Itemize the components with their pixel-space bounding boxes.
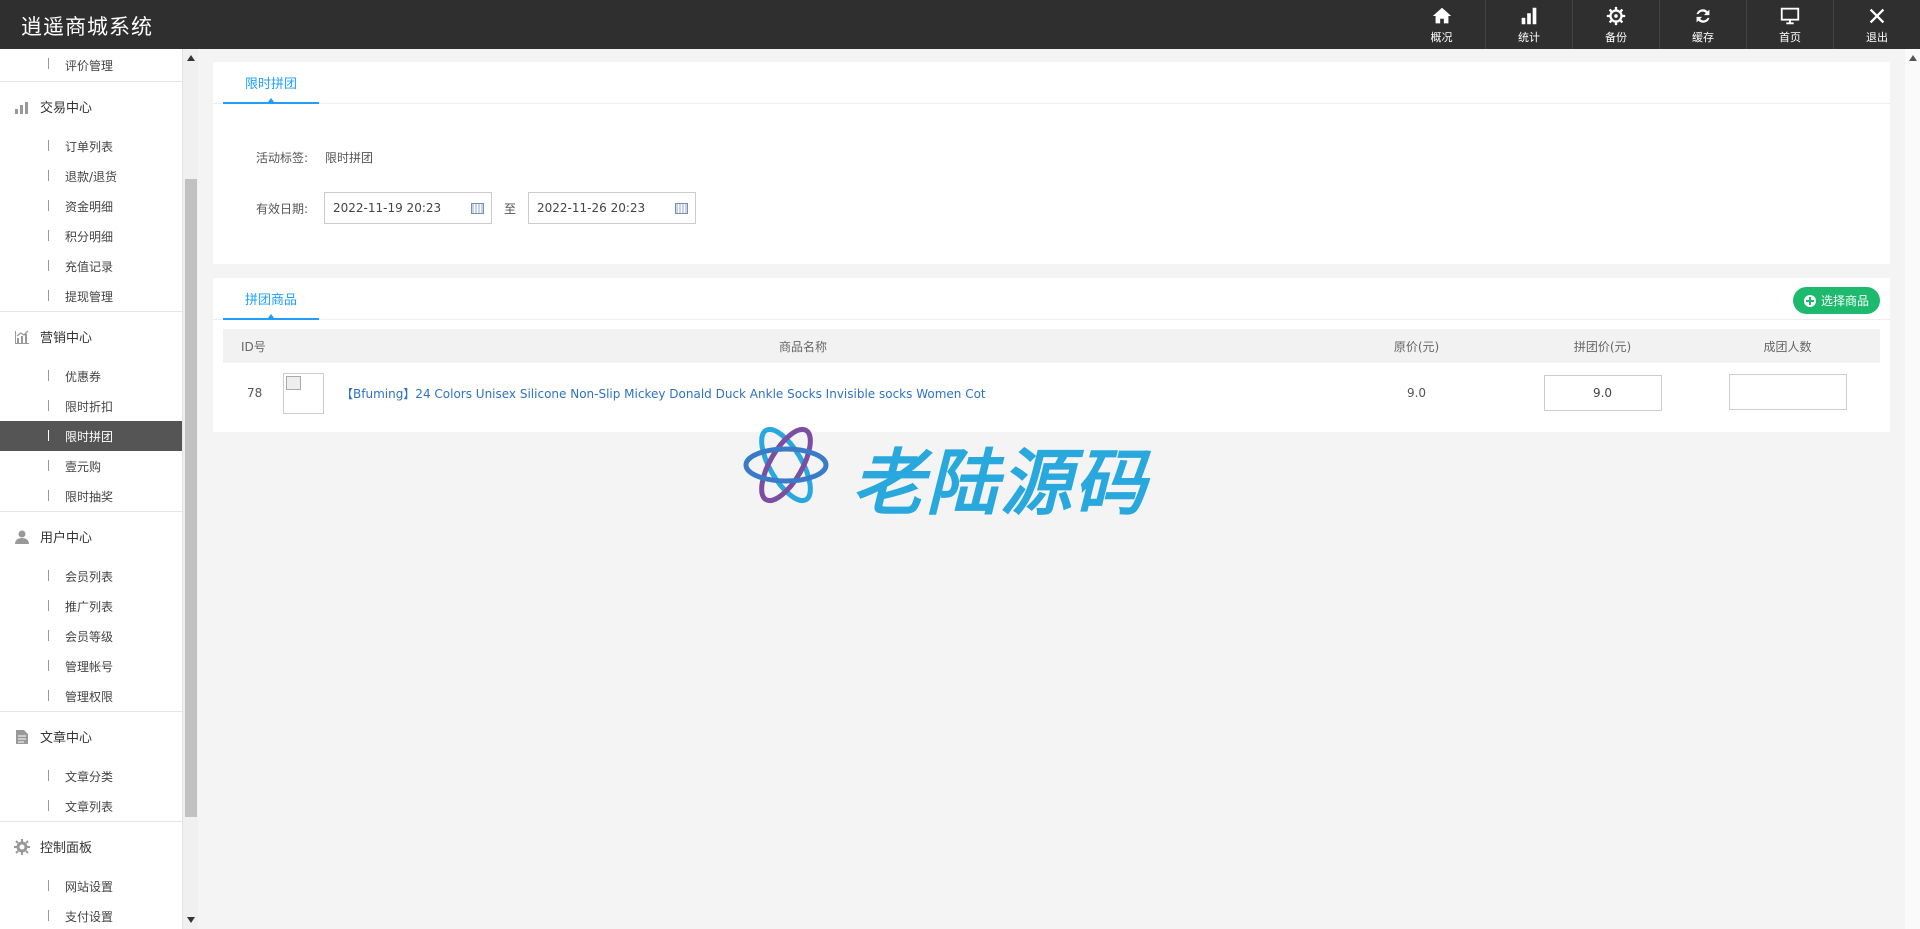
bar-chart-icon [15, 101, 28, 114]
nav-logout-button[interactable]: 退出 [1833, 0, 1920, 49]
goods-tabbar: 拼团商品 选择商品 [213, 278, 1890, 320]
nav-cache-button[interactable]: 缓存 [1659, 0, 1746, 49]
top-header: 逍遥商城系统 概况 统计 备份 缓存 首页 退出 [0, 0, 1920, 49]
nav-backup-button[interactable]: 备份 [1572, 0, 1659, 49]
group-size-input[interactable] [1728, 373, 1847, 410]
trend-chart-icon [15, 330, 29, 344]
sidebar-item-one-yuan[interactable]: 壹元购 [0, 451, 182, 481]
column-header-group-size: 成团人数 [1695, 329, 1880, 363]
sidebar-item-recharge[interactable]: 充值记录 [0, 251, 182, 281]
column-header-name: 商品名称 [283, 329, 1323, 363]
refresh-icon [1696, 8, 1710, 23]
sidebar-item-orders[interactable]: 订单列表 [0, 131, 182, 161]
nav-stats-button[interactable]: 统计 [1485, 0, 1572, 49]
goods-original-price: 9.0 [1406, 386, 1427, 400]
sidebar-item-reviews[interactable]: 评价管理 [0, 49, 182, 81]
sidebar: 评价管理 交易中心 订单列表 退款/退货 资金明细 积分明细 充值记录 提现管理… [0, 49, 182, 929]
date-separator: 至 [504, 201, 517, 216]
sidebar-item-funds[interactable]: 资金明细 [0, 191, 182, 221]
calendar-icon[interactable] [675, 203, 689, 214]
brand-title: 逍遥商城系统 [21, 15, 153, 39]
goods-panel: 拼团商品 选择商品 ID号 商品名称 原价(元) 拼团价(元) 成团人数 78 … [213, 278, 1890, 432]
sidebar-item-flash-discount[interactable]: 限时折扣 [0, 391, 182, 421]
activity-tag-label: 活动标签: [255, 151, 308, 165]
gear-icon [1606, 6, 1626, 25]
scroll-up-icon[interactable] [187, 55, 195, 61]
page-scrollbar[interactable] [1905, 49, 1920, 929]
sidebar-scrollbar[interactable] [182, 49, 198, 929]
goods-table: ID号 商品名称 原价(元) 拼团价(元) 成团人数 78 【Bfuming】2… [223, 329, 1880, 423]
goods-id: 78 [247, 386, 263, 400]
sidebar-item-admin-accounts[interactable]: 管理帐号 [0, 651, 182, 681]
calendar-icon[interactable] [471, 203, 484, 214]
select-goods-button[interactable]: 选择商品 [1793, 287, 1880, 314]
sidebar-item-member-levels[interactable]: 会员等级 [0, 621, 182, 651]
sidebar-group-trade[interactable]: 交易中心 [0, 81, 182, 131]
activity-date-row: 有效日期: 2022-11-19 20:23 至 2022-11-26 20:2… [238, 192, 697, 224]
sidebar-item-refunds[interactable]: 退款/退货 [0, 161, 182, 191]
scroll-up-icon[interactable] [1909, 55, 1917, 61]
sidebar-item-withdraw[interactable]: 提现管理 [0, 281, 182, 311]
atom-logo-icon [743, 426, 829, 504]
watermark: 老陆源码 [740, 418, 1180, 525]
monitor-icon [1780, 7, 1800, 24]
sidebar-group-users[interactable]: 用户中心 [0, 511, 182, 561]
sidebar-item-lottery[interactable]: 限时抽奖 [0, 481, 182, 511]
nav-overview-button[interactable]: 概况 [1398, 0, 1485, 49]
sidebar-item-admin-permissions[interactable]: 管理权限 [0, 681, 182, 711]
bar-chart-icon [1521, 7, 1537, 24]
nav-home-button[interactable]: 首页 [1746, 0, 1833, 49]
sidebar-item-members[interactable]: 会员列表 [0, 561, 182, 591]
activity-date-label: 有效日期: [255, 201, 308, 216]
scroll-down-icon[interactable] [187, 917, 195, 923]
tab-group-goods[interactable]: 拼团商品 [223, 278, 319, 320]
activity-panel: 限时拼团 活动标签: 限时拼团 有效日期: 2022-11-19 20:23 至… [213, 62, 1890, 264]
sidebar-item-article-categories[interactable]: 文章分类 [0, 761, 182, 791]
activity-tag-value: 限时拼团 [325, 151, 374, 165]
home-icon [1432, 7, 1451, 23]
sidebar-item-site-settings[interactable]: 网站设置 [0, 871, 182, 901]
activity-tag-row: 活动标签: 限时拼团 [238, 149, 373, 166]
start-date-input[interactable]: 2022-11-19 20:23 [324, 192, 492, 224]
end-date-input[interactable]: 2022-11-26 20:23 [528, 192, 697, 224]
table-row: 78 【Bfuming】24 Colors Unisex Silicone No… [223, 363, 1880, 423]
tab-group-buy[interactable]: 限时拼团 [223, 62, 319, 104]
goods-name-link[interactable]: 【Bfuming】24 Colors Unisex Silicone Non-S… [341, 387, 986, 401]
sidebar-item-group-buy[interactable]: 限时拼团 [0, 421, 182, 451]
sidebar-item-payment-settings[interactable]: 支付设置 [0, 901, 182, 929]
user-icon [15, 530, 29, 544]
column-header-group-price: 拼团价(元) [1510, 329, 1695, 363]
activity-tabbar: 限时拼团 [213, 62, 1890, 104]
sidebar-item-points[interactable]: 积分明细 [0, 221, 182, 251]
column-header-original-price: 原价(元) [1323, 329, 1510, 363]
sidebar-group-control[interactable]: 控制面板 [0, 821, 182, 871]
settings-icon [14, 838, 30, 855]
top-nav: 概况 统计 备份 缓存 首页 退出 [1398, 0, 1920, 49]
sidebar-group-marketing[interactable]: 营销中心 [0, 311, 182, 361]
scrollbar-thumb[interactable] [185, 179, 197, 817]
sidebar-item-coupons[interactable]: 优惠券 [0, 361, 182, 391]
group-price-input[interactable]: 9.0 [1543, 375, 1662, 411]
watermark-text: 老陆源码 [852, 441, 1149, 525]
plus-icon [1803, 294, 1816, 307]
document-icon [16, 729, 28, 744]
sidebar-item-article-list[interactable]: 文章列表 [0, 791, 182, 821]
close-icon [1869, 8, 1885, 23]
goods-thumbnail[interactable] [283, 372, 324, 414]
sidebar-item-promotions[interactable]: 推广列表 [0, 591, 182, 621]
sidebar-group-articles[interactable]: 文章中心 [0, 711, 182, 761]
column-header-id: ID号 [223, 329, 283, 363]
